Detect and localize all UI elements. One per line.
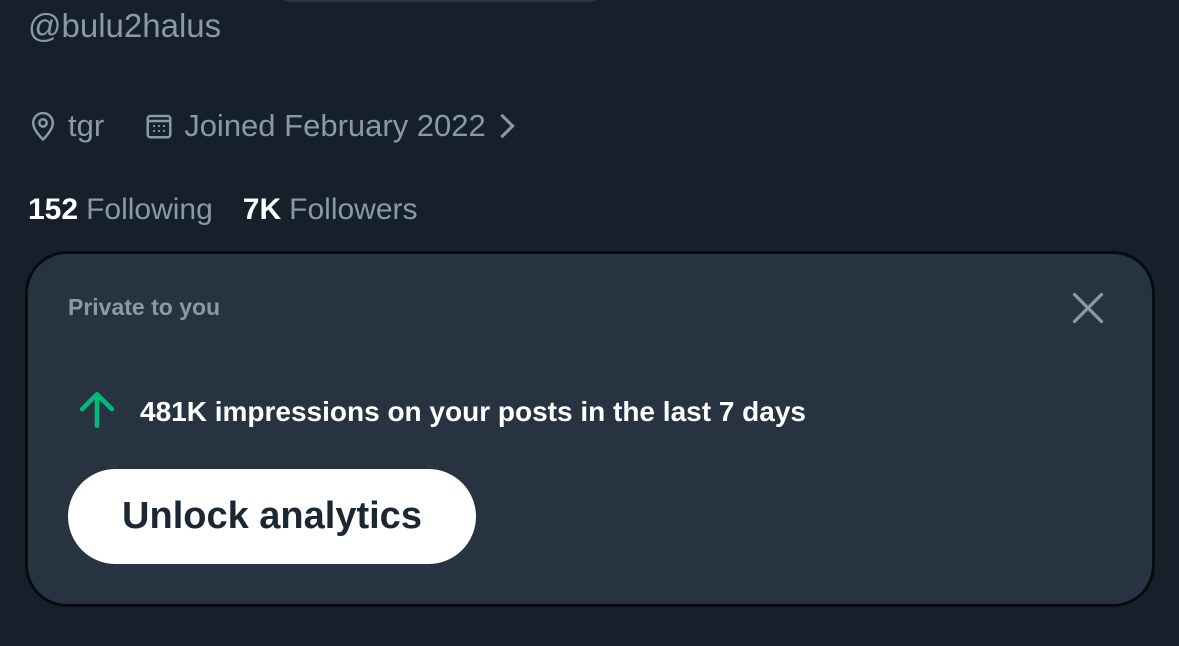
location-pin-icon [28,110,58,142]
followers-link[interactable]: 7K Followers [243,193,418,227]
profile-meta-row: tgr Joined February 2022 [28,104,516,148]
profile-edit-button-edge[interactable] [270,0,610,2]
location-label: tgr [68,108,105,143]
joined-label: Joined February 2022 [184,108,486,143]
impressions-text: 481K impressions on your posts in the la… [140,396,806,427]
arrow-up-icon [76,389,118,436]
unlock-analytics-button[interactable]: Unlock analytics [68,469,476,564]
profile-stats: 152 Following 7K Followers [28,190,418,230]
close-icon [1070,290,1106,331]
calendar-icon [144,111,174,141]
following-label: Following [86,193,213,226]
profile-joined-date[interactable]: Joined February 2022 [144,108,516,144]
impressions-summary: 481K impressions on your posts in the la… [76,390,806,434]
following-count: 152 [28,193,79,226]
analytics-card: Private to you 481K impressions on your … [25,251,1155,607]
followers-count: 7K [242,193,282,226]
followers-label: Followers [289,193,418,226]
profile-location: tgr [28,108,104,144]
private-label: Private to you [68,294,221,320]
profile-handle: @bulu2halus [28,7,222,44]
chevron-right-icon [498,112,516,140]
close-button[interactable] [1066,288,1110,332]
following-link[interactable]: 152 Following [28,193,213,227]
